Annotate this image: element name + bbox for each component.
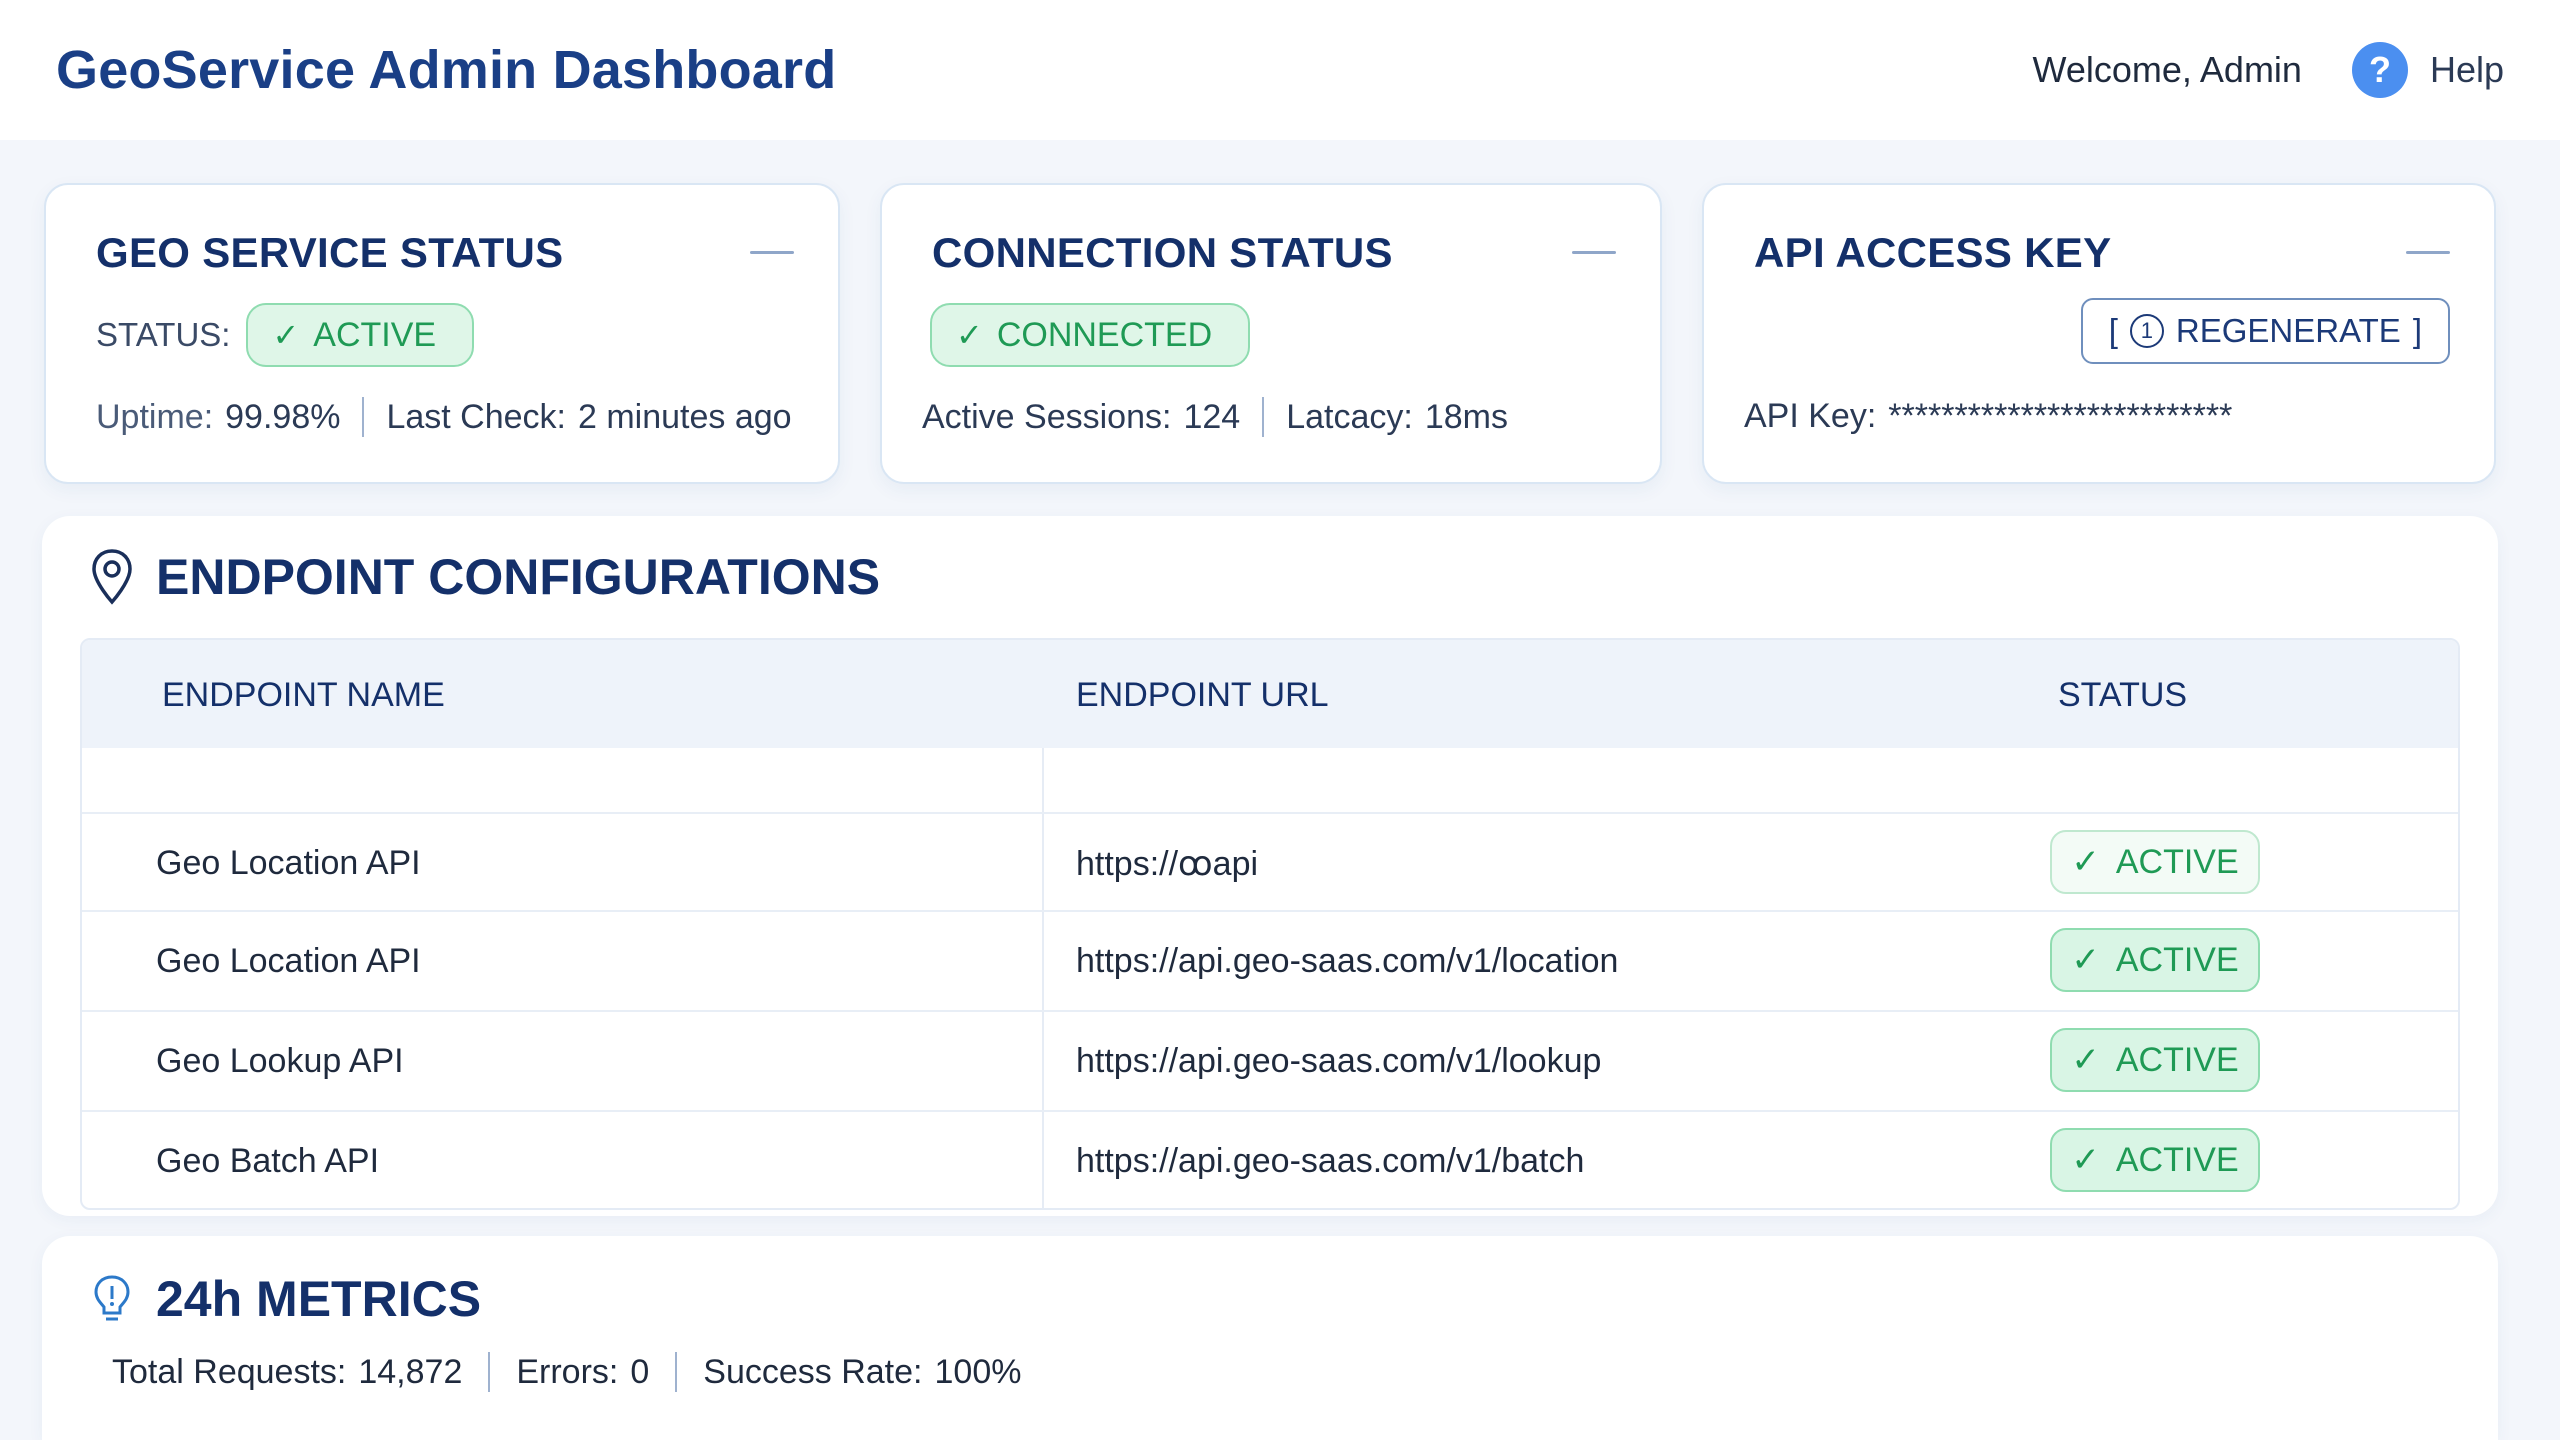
table-row[interactable]: Geo Batch API https://api.geo-saas.com/v…	[82, 1110, 2458, 1208]
status-badge-label: ACTIVE	[2115, 1040, 2239, 1079]
geo-service-status-card: GEO SERVICE STATUS STATUS: ✓ ACTIVE Upti…	[44, 183, 840, 484]
table-header: ENDPOINT NAME ENDPOINT URL STATUS	[82, 640, 2458, 748]
top-right-controls: Welcome, Admin ? Help	[2033, 42, 2504, 98]
column-header-url[interactable]: ENDPOINT URL	[1076, 676, 1329, 715]
endpoint-url: https://api.geo-saas.com/v1/lookup	[1076, 1042, 1602, 1080]
api-key-meta: API Key: **************************	[1744, 397, 2232, 436]
status-row: ✓ CONNECTED	[930, 303, 1251, 367]
endpoint-name: Geo Lookup API	[156, 1042, 404, 1080]
status-badge-label: ACTIVE	[313, 315, 437, 354]
api-access-key-card: API ACCESS KEY [ 1 REGENERATE ] API Key:…	[1702, 183, 2496, 484]
status-badge-label: ACTIVE	[2115, 1140, 2239, 1179]
divider	[1262, 397, 1265, 437]
endpoints-heading: ENDPOINT CONFIGURATIONS	[90, 548, 880, 606]
table-row[interactable]: Geo Location API https://ꝏapi ✓ ACTIVE	[82, 812, 2458, 910]
regenerate-label: REGENERATE	[2175, 312, 2401, 349]
errors-label: Errors:	[516, 1352, 619, 1391]
app-title: GeoService Admin Dashboard	[56, 40, 837, 100]
check-icon: ✓	[956, 317, 983, 353]
card-title: GEO SERVICE STATUS	[96, 229, 564, 276]
top-bar: GeoService Admin Dashboard Welcome, Admi…	[0, 0, 2560, 140]
endpoint-name: Geo Location API	[156, 942, 421, 980]
endpoints-table: ENDPOINT NAME ENDPOINT URL STATUS Geo Lo…	[80, 638, 2460, 1210]
help-link[interactable]: ? Help	[2351, 42, 2504, 98]
status-badge-label: CONNECTED	[996, 315, 1213, 354]
map-pin-icon	[92, 549, 132, 605]
check-icon: ✓	[272, 317, 300, 353]
status-badge-label: ACTIVE	[2115, 940, 2239, 979]
check-icon: ✓	[2071, 1041, 2100, 1079]
last-check-value: 2 minutes ago	[578, 397, 792, 436]
check-icon: ✓	[2071, 843, 2100, 881]
minimize-icon[interactable]	[750, 251, 794, 254]
divider	[488, 1352, 491, 1392]
minimize-icon[interactable]	[2406, 251, 2450, 254]
endpoint-url: https://api.geo-saas.com/v1/location	[1076, 942, 1619, 980]
table-row[interactable]: Geo Location API https://api.geo-saas.co…	[82, 910, 2458, 1008]
sessions-meta: Active Sessions: 124 Latcacy: 18ms	[922, 397, 1508, 437]
divider	[675, 1352, 678, 1392]
help-label[interactable]: Help	[2430, 49, 2504, 91]
status-badge-label: ACTIVE	[2115, 842, 2239, 881]
metrics-panel	[42, 1236, 2498, 1440]
endpoint-name: Geo Location API	[156, 844, 421, 882]
key-icon: 1	[2129, 314, 2164, 348]
welcome-text: Welcome, Admin	[2032, 49, 2302, 90]
minimize-icon[interactable]	[1572, 251, 1616, 254]
success-rate-value: 100%	[934, 1352, 1022, 1391]
total-requests-value: 14,872	[358, 1352, 463, 1391]
status-badge: ✓ CONNECTED	[930, 303, 1251, 367]
api-key-value[interactable]: **************************	[1888, 397, 2232, 436]
status-label: STATUS:	[96, 316, 231, 353]
metrics-heading: 24h METRICS	[90, 1270, 481, 1328]
bracket-open: [	[2108, 312, 2118, 349]
sessions-label: Active Sessions:	[922, 397, 1172, 436]
success-rate-label: Success Rate:	[703, 1352, 923, 1391]
status-badge: ✓ ACTIVE	[2050, 928, 2260, 992]
uptime-label: Uptime:	[96, 397, 214, 436]
sessions-value: 124	[1183, 397, 1241, 436]
table-row[interactable]: Geo Lookup API https://api.geo-saas.com/…	[82, 1010, 2458, 1108]
status-badge: ✓ ACTIVE	[246, 303, 475, 367]
metrics-title: 24h METRICS	[156, 1271, 482, 1327]
total-requests-label: Total Requests:	[112, 1352, 347, 1391]
status-badge: ✓ ACTIVE	[2050, 1128, 2260, 1192]
metrics-summary: Total Requests: 14,872 Errors: 0 Success…	[112, 1352, 1021, 1392]
endpoint-url: https://ꝏapi	[1076, 845, 1259, 883]
endpoint-url: https://api.geo-saas.com/v1/batch	[1076, 1142, 1585, 1180]
column-header-name[interactable]: ENDPOINT NAME	[162, 676, 445, 715]
latency-label: Latcacy:	[1286, 397, 1413, 436]
regenerate-button[interactable]: [ 1 REGENERATE ]	[2080, 298, 2450, 364]
api-key-label: API Key:	[1744, 397, 1877, 435]
column-header-status[interactable]: STATUS	[2058, 676, 2187, 715]
status-badge: ✓ ACTIVE	[2050, 830, 2260, 894]
check-icon: ✓	[2071, 941, 2100, 979]
connection-status-card: CONNECTION STATUS ✓ CONNECTED Active Ses…	[880, 183, 1662, 484]
bracket-close: ]	[2412, 312, 2422, 349]
divider	[362, 397, 365, 437]
status-badge: ✓ ACTIVE	[2050, 1028, 2260, 1092]
lightbulb-icon	[94, 1275, 130, 1321]
endpoint-name: Geo Batch API	[156, 1142, 380, 1180]
errors-value: 0	[630, 1352, 650, 1391]
latency-value: 18ms	[1424, 397, 1508, 436]
endpoints-title: ENDPOINT CONFIGURATIONS	[156, 549, 881, 605]
card-title: API ACCESS KEY	[1754, 229, 2112, 276]
status-row: STATUS: ✓ ACTIVE	[96, 303, 475, 367]
card-title: CONNECTION STATUS	[932, 229, 1393, 276]
last-check-label: Last Check:	[386, 397, 566, 436]
help-icon[interactable]: ?	[2351, 42, 2408, 98]
uptime-meta: Uptime: 99.98% Last Check: 2 minutes ago	[96, 397, 792, 437]
uptime-value: 99.98%	[225, 397, 341, 436]
check-icon: ✓	[2071, 1141, 2100, 1179]
